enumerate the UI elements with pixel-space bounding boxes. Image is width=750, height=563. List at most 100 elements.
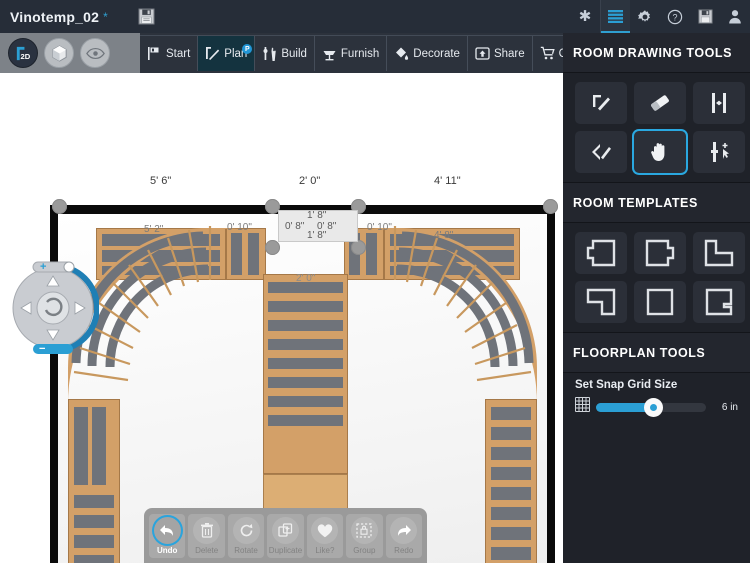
zoom-out-label: − xyxy=(39,343,45,355)
svg-text:?: ? xyxy=(672,12,677,22)
room-templates-title: ROOM TEMPLATES xyxy=(563,183,750,223)
group-label: Group xyxy=(353,546,376,555)
rotate-label: Rotate xyxy=(234,546,258,555)
delete-button[interactable]: Delete xyxy=(188,514,225,558)
menu-label-decorate: Decorate xyxy=(413,47,460,60)
view-3d-button[interactable] xyxy=(44,38,74,68)
group-icon xyxy=(350,517,378,544)
floorplan-tools-title: FLOORPLAN TOOLS xyxy=(563,333,750,373)
rotate-button[interactable]: Rotate xyxy=(227,514,265,558)
view-2d-label: 2D xyxy=(20,52,30,61)
draw-corner-tool[interactable] xyxy=(575,82,627,124)
snap-grid-label: Set Snap Grid Size xyxy=(575,379,678,391)
undo-button[interactable]: Undo xyxy=(149,514,186,558)
template-notch-right[interactable] xyxy=(634,232,686,274)
user-icon[interactable] xyxy=(720,0,750,33)
menu-label-start: Start xyxy=(166,47,191,60)
navigation-pad[interactable]: + − xyxy=(3,258,100,358)
wine-rack-right-wall[interactable] xyxy=(485,399,537,563)
menu-label-share: Share xyxy=(493,47,525,60)
zoom-in-label: + xyxy=(40,261,46,273)
menu-item-decorate[interactable]: Decorate xyxy=(387,36,468,71)
paint-icon xyxy=(394,46,409,61)
view-mode-buttons: 2D xyxy=(0,33,140,73)
menu-item-build[interactable]: Build xyxy=(255,36,315,71)
wall-handle[interactable] xyxy=(52,199,67,214)
measurement-box[interactable]: 1' 8" 0' 8" 0' 8" 1' 8" xyxy=(278,210,358,242)
right-panel: ROOM DRAWING TOOLS ROOM TEMPLATES FLOORP… xyxy=(563,33,750,563)
wall-split-tool[interactable] xyxy=(693,82,745,124)
view-2d-button[interactable]: 2D xyxy=(8,38,38,68)
plan-badge: P xyxy=(242,44,253,54)
template-square[interactable] xyxy=(634,281,686,323)
menu-label-build: Build xyxy=(281,47,307,60)
floorplan-canvas[interactable]: 5' 6" 2' 0" 4' 11" 1' 8" 0' 8" 0' 8" 1' … xyxy=(0,73,563,563)
menu-icon[interactable] xyxy=(600,0,630,33)
add-point-tool[interactable] xyxy=(693,131,745,173)
like-button[interactable]: Like? xyxy=(306,514,344,558)
wall-handle[interactable] xyxy=(265,240,280,255)
ruler-icon xyxy=(205,46,220,61)
hand-pan-tool[interactable] xyxy=(634,131,686,173)
trash-icon xyxy=(193,517,221,544)
angle-tool[interactable] xyxy=(575,131,627,173)
grid-icon xyxy=(575,397,590,417)
menu-item-furnish[interactable]: Furnish xyxy=(315,36,388,71)
floppy-disk-icon[interactable] xyxy=(138,8,155,25)
lamp-icon xyxy=(322,46,337,61)
group-button[interactable]: Group xyxy=(346,514,383,558)
asterisk-icon[interactable]: ✱ xyxy=(570,0,600,33)
cart-icon xyxy=(540,46,555,61)
wall-handle[interactable] xyxy=(543,199,558,214)
measure-top: 1' 8" xyxy=(307,210,327,221)
duplicate-button[interactable]: Duplicate xyxy=(267,514,304,558)
menu-item-share[interactable]: Share xyxy=(468,36,533,71)
room-drawing-tools-title: ROOM DRAWING TOOLS xyxy=(563,33,750,73)
dim-top-1: 5' 6" xyxy=(150,175,172,187)
eraser-tool[interactable] xyxy=(634,82,686,124)
inner-dim-label: 0' 10" xyxy=(227,222,252,233)
template-c-shape[interactable] xyxy=(693,281,745,323)
asterisk-glyph: ✱ xyxy=(578,8,592,25)
wall-handle[interactable] xyxy=(351,240,366,255)
redo-button[interactable]: Redo xyxy=(385,514,422,558)
inner-dim-label: 0' 10" xyxy=(367,222,392,233)
inner-dim-label: 4' 8" xyxy=(434,230,454,241)
view-preview-button[interactable] xyxy=(80,38,110,68)
template-l-shape[interactable] xyxy=(693,232,745,274)
measure-left: 0' 8" xyxy=(285,221,305,232)
duplicate-label: Duplicate xyxy=(268,546,303,555)
menu-item-plan[interactable]: Plan P xyxy=(198,36,256,71)
save-icon[interactable] xyxy=(690,0,720,33)
snap-grid-slider[interactable] xyxy=(596,397,706,417)
gear-icon[interactable] xyxy=(630,0,660,33)
zoom-slider-knob xyxy=(63,261,75,273)
share-icon xyxy=(475,46,490,61)
wine-rack-corner-right[interactable] xyxy=(357,222,547,412)
title-bar: Vinotemp_02 * ✱ ? xyxy=(0,0,750,33)
inner-dim-label: 2' 0" xyxy=(296,273,316,284)
snap-grid-value: 6 in xyxy=(721,401,738,413)
title-right-icons: ✱ ? xyxy=(570,0,750,33)
template-l-shape-mirrored[interactable] xyxy=(575,281,627,323)
wine-rack-center-island[interactable] xyxy=(263,274,348,474)
unsaved-marker: * xyxy=(103,9,108,24)
main-menu: Start Plan P Build Furnish Decorate Shar… xyxy=(140,35,603,71)
template-notch-left[interactable] xyxy=(575,232,627,274)
rotate-icon xyxy=(232,517,260,544)
menu-label-furnish: Furnish xyxy=(340,47,380,60)
measure-bottom: 1' 8" xyxy=(307,230,327,241)
heart-icon xyxy=(311,517,339,544)
wine-rack-left-wall[interactable] xyxy=(68,399,120,563)
snap-grid-slider-knob[interactable] xyxy=(644,397,664,417)
tools-icon xyxy=(262,46,277,61)
title-left-group: Vinotemp_02 * xyxy=(0,0,420,33)
room-drawing-tools-grid xyxy=(563,73,750,182)
help-icon[interactable]: ? xyxy=(660,0,690,33)
flag-icon xyxy=(147,46,162,61)
menu-item-start[interactable]: Start xyxy=(140,36,199,71)
redo-arrow-icon xyxy=(390,517,418,544)
duplicate-icon xyxy=(271,517,299,544)
undo-arrow-icon xyxy=(153,517,181,544)
redo-label: Redo xyxy=(394,546,414,555)
